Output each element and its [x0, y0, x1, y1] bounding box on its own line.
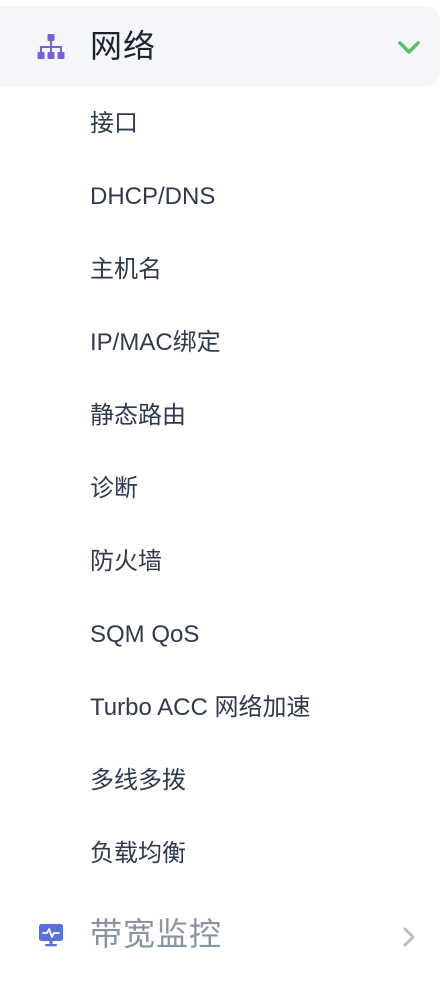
network-tree-icon: [37, 34, 65, 59]
monitor-icon: [39, 924, 63, 947]
menu-item-hostname[interactable]: 主机名: [90, 250, 162, 290]
menu-group-bandwidth-monitor-title: 带宽监控: [90, 916, 223, 952]
chevron-right-icon[interactable]: [402, 926, 416, 948]
menu-group-bandwidth-monitor[interactable]: 带宽监控: [0, 904, 440, 968]
menu-item-diagnostics[interactable]: 诊断: [90, 469, 138, 509]
menu-item-dhcp-dns[interactable]: DHCP/DNS: [90, 177, 215, 217]
menu-item-ip-mac-binding[interactable]: IP/MAC绑定: [90, 323, 221, 363]
sidebar-menu: 网络 接口 DHCP/DNS 主机名 IP/MAC绑定 静态路由 诊断 防火墙 …: [0, 0, 442, 994]
menu-item-sqm-qos[interactable]: SQM QoS: [90, 615, 199, 655]
menu-item-multiwan-dial[interactable]: 多线多拨: [90, 761, 186, 801]
menu-item-firewall[interactable]: 防火墙: [90, 542, 162, 582]
menu-item-static-routes[interactable]: 静态路由: [90, 396, 186, 436]
menu-item-turbo-acc[interactable]: Turbo ACC 网络加速: [90, 688, 311, 728]
chevron-down-icon[interactable]: [397, 40, 421, 56]
menu-item-interfaces[interactable]: 接口: [90, 104, 138, 144]
menu-item-load-balancing[interactable]: 负载均衡: [90, 834, 186, 874]
menu-group-network[interactable]: 网络: [0, 6, 440, 86]
menu-group-network-title: 网络: [90, 28, 157, 64]
